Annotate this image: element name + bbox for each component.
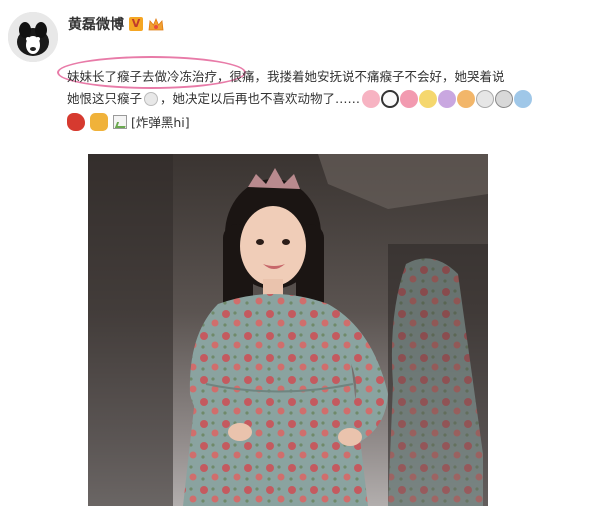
alien-face-icon <box>514 90 533 108</box>
post-text-line2-b: ，她决定以后再也不喜欢动物了…… <box>160 91 361 106</box>
post-header: 黄磊微博 V <box>68 14 164 34</box>
bear-face-icon <box>438 90 457 108</box>
post-text-line3: [炸弹黑hi] <box>67 112 190 131</box>
post-text-line1-rest: ，很痛，我搂着她安抚说不痛瘊子不会好，她哭着说 <box>217 69 505 84</box>
verified-badge-icon: V <box>129 17 143 31</box>
monkey-face-icon <box>495 90 514 108</box>
pig-nose-icon <box>400 90 419 108</box>
crown-icon <box>148 17 164 31</box>
emoji-row <box>362 90 533 108</box>
post-text-line2-a: 她恨这只瘊子 <box>67 91 143 106</box>
red-bird-icon <box>67 112 85 131</box>
post-text-line1: 妹妹长了瘊子去做冷冻治疗 ，很痛，我搂着她安抚说不痛瘊子不会好，她哭着说 <box>67 66 557 88</box>
post-text: 妹妹长了瘊子去做冷冻治疗 ，很痛，我搂着她安抚说不痛瘊子不会好，她哭着说 她恨这只… <box>67 66 557 110</box>
post-text-line2: 她恨这只瘊子 ，她决定以后再也不喜欢动物了…… <box>67 88 557 110</box>
panda-face-icon <box>381 90 400 108</box>
broken-image-icon <box>113 114 127 129</box>
post-photo[interactable] <box>88 154 488 506</box>
dog-icon <box>90 112 108 131</box>
rabbit-face-icon <box>476 90 495 108</box>
username[interactable]: 黄磊微博 <box>68 14 124 34</box>
image-alt-text: [炸弹黑hi] <box>131 115 190 130</box>
rabbit-emoji-icon <box>144 92 159 106</box>
cat-face-icon <box>419 90 438 108</box>
tiger-face-icon <box>457 90 476 108</box>
avatar[interactable] <box>8 12 58 62</box>
pig-face-icon <box>362 90 381 108</box>
highlighted-text: 妹妹长了瘊子去做冷冻治疗 <box>67 69 218 84</box>
